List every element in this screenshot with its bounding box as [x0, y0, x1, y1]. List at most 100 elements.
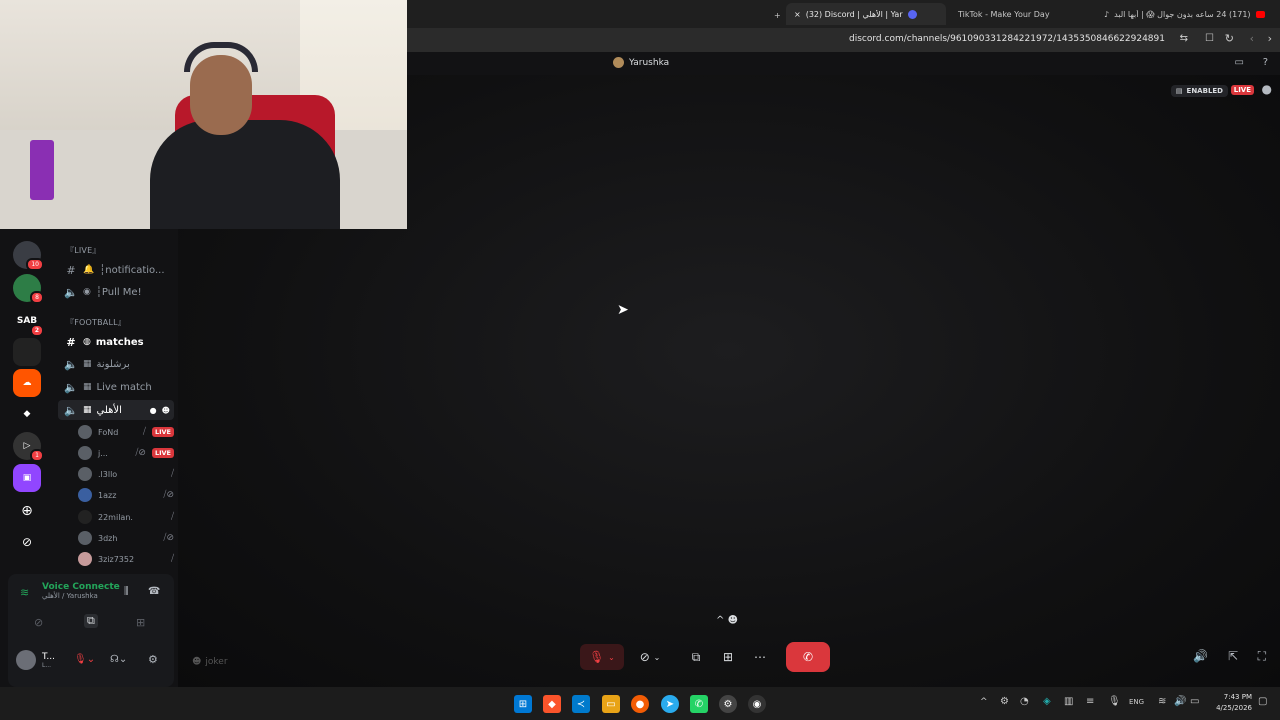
voice-status[interactable]: Voice Connecte الأهلي / Yarushka — [42, 582, 120, 600]
voice-member[interactable]: .l3llo ⧸ — [78, 465, 174, 483]
tray-icon[interactable]: ⚙ — [1000, 696, 1009, 707]
tab-discord[interactable]: × (32) Discord | ⁨الأهلي⁩ | Yar — [786, 3, 946, 25]
disconnect-icon[interactable]: ☎ — [148, 586, 160, 597]
streamer-name: joker — [205, 657, 228, 667]
close-tab-icon[interactable]: × — [794, 10, 801, 19]
clock[interactable]: 7:43 PM 4/25/2026 — [1210, 692, 1252, 714]
microphone-icon[interactable]: 🎙 — [1108, 696, 1121, 707]
back-icon[interactable]: ‹ — [1250, 32, 1254, 45]
enabled-badge[interactable]: ▤ ENABLED — [1170, 85, 1228, 97]
live-badge: LIVE — [151, 448, 174, 458]
tray-icon[interactable]: ◈ — [1043, 696, 1051, 707]
discover-icon[interactable]: ⊘ — [13, 528, 41, 556]
tiktok-icon: ♪ — [1104, 9, 1110, 19]
tab-tiktok[interactable]: TikTok - Make Your Day — [950, 3, 1090, 25]
windows-start-icon[interactable]: ⊞ — [514, 695, 532, 713]
screen-share-icon[interactable]: ⧉ — [84, 614, 98, 628]
inbox-icon[interactable]: ▭ — [1235, 57, 1244, 68]
voice-member[interactable]: FoNd ⧸ LIVE — [78, 423, 174, 441]
noise-suppression-icon[interactable]: ⫼ — [124, 586, 129, 597]
hash-icon: # — [66, 263, 76, 277]
forward-icon[interactable]: › — [1268, 32, 1272, 45]
add-member-icon[interactable]: ☻ — [162, 406, 174, 415]
chevron-up-icon[interactable]: ^ — [980, 697, 988, 707]
avatar — [78, 425, 92, 439]
server-sab[interactable]: SAB 2 — [13, 307, 44, 337]
headphones-icon[interactable]: ☊⌄ — [110, 654, 127, 665]
add-server-icon[interactable]: ⊕ — [13, 497, 41, 525]
chat-icon[interactable]: ● — [150, 406, 157, 415]
headphones — [184, 42, 258, 72]
volume-icon[interactable]: 🔊 — [1193, 649, 1208, 663]
channel-matches[interactable]: # ◍ matches — [58, 332, 174, 352]
wifi-icon[interactable]: ≋ — [1158, 696, 1166, 707]
bell-icon: 🔔 — [83, 265, 95, 275]
channel-pull-me[interactable]: 🔈 ◉ ┆Pull Me! — [58, 282, 174, 302]
mic-muted-icon: ⧸⊘ — [135, 448, 146, 458]
channel-alahly[interactable]: 🔈 ▦ الأهلي ● ☻ — [58, 400, 174, 420]
hang-up-icon: ✆ — [802, 650, 814, 664]
voice-status-label: Voice Connecte — [42, 582, 120, 592]
fullscreen-icon[interactable]: ⛶ — [1258, 649, 1266, 664]
mic-muted-icon: ⧸ — [170, 512, 174, 522]
voice-member[interactable]: j... ⧸⊘ LIVE — [78, 444, 174, 462]
tab-youtube[interactable]: ♪ (171) 24 ساعه بدون جوال 😱 | أبها البد — [1096, 3, 1280, 25]
activities-button[interactable]: ⊞ — [716, 644, 740, 670]
chat-bubble-icon[interactable]: ● — [1262, 82, 1272, 96]
voice-member[interactable]: 3ziz7352 ⧸ — [78, 550, 174, 568]
server-icon[interactable]: ▷ 1 — [13, 432, 44, 462]
brave-browser-icon[interactable]: ◆ — [543, 695, 561, 713]
popout-icon[interactable]: ⇱ — [1228, 649, 1238, 663]
app-icon[interactable]: ⚙ — [719, 695, 737, 713]
category-live[interactable]: 『LIVE』 — [66, 245, 101, 256]
voice-member[interactable]: 22milan. ⧸ — [78, 508, 174, 526]
obs-icon[interactable]: ◉ — [748, 695, 766, 713]
tray-icon[interactable]: ≡ — [1086, 696, 1094, 707]
unread-badge: 1 — [30, 449, 44, 462]
channel-barcelona[interactable]: 🔈 ▦ برشلونة — [58, 354, 174, 374]
server-icon[interactable]: 8 — [13, 274, 44, 304]
show-participants-button[interactable]: ^ ☻ — [708, 609, 746, 631]
tray-icon[interactable]: ▥ — [1064, 696, 1073, 707]
member-name: .l3llo — [98, 469, 118, 479]
channel-live-match[interactable]: 🔈 ▦ Live match — [58, 377, 174, 397]
help-icon[interactable]: ? — [1263, 57, 1268, 68]
telegram-icon[interactable]: ➤ — [661, 695, 679, 713]
camera-button[interactable]: ⊘ ⌄ — [630, 644, 670, 670]
vscode-icon[interactable]: ≺ — [572, 695, 590, 713]
disconnect-button[interactable]: ✆ — [786, 642, 830, 672]
server-icon[interactable]: 10 — [13, 241, 44, 271]
url-field[interactable]: discord.com/channels/961090331284221972/… — [849, 34, 1165, 44]
settings-gear-icon[interactable]: ⚙ — [148, 653, 158, 666]
server-icon[interactable]: ◆ — [13, 400, 41, 428]
server-icon[interactable] — [13, 338, 41, 366]
reload-icon[interactable]: ↻ — [1225, 32, 1234, 45]
language-indicator[interactable]: ENG — [1129, 698, 1144, 706]
battery-icon[interactable]: ▭ — [1190, 696, 1199, 707]
translate-icon[interactable]: ⇆ — [1180, 33, 1188, 44]
soundcloud-server-icon[interactable]: ☁ — [13, 369, 41, 397]
more-options-button[interactable]: ⋯ — [748, 644, 772, 670]
bookmark-icon[interactable]: ☐ — [1205, 33, 1214, 44]
volume-icon[interactable]: 🔊 — [1174, 696, 1186, 707]
user-info[interactable]: T... L... — [16, 650, 55, 670]
mute-mic-button[interactable]: 🎙 ⌄ — [580, 644, 624, 670]
voice-member[interactable]: 3dzh ⧸⊘ — [78, 529, 174, 547]
activities-icon[interactable]: ⊞ — [136, 616, 145, 629]
tray-icon[interactable]: ◔ — [1020, 696, 1029, 707]
tab-label: (171) 24 ساعه بدون جوال 😱 | أبها البد — [1114, 9, 1251, 19]
whatsapp-icon[interactable]: ✆ — [690, 695, 708, 713]
channel-notifications[interactable]: # 🔔 ┆notificatio... — [58, 260, 174, 280]
twitch-server-icon[interactable]: ▣ — [13, 464, 41, 492]
file-explorer-icon[interactable]: ▭ — [602, 695, 620, 713]
mic-muted-icon[interactable]: 🎙⌄ — [74, 654, 95, 665]
share-screen-button[interactable]: ⧉ — [684, 644, 708, 670]
tv-icon: ▦ — [83, 382, 92, 392]
category-football[interactable]: 『FOOTBALL』 — [66, 317, 126, 328]
voice-member[interactable]: 1azz ⧸⊘ — [78, 486, 174, 504]
video-icon[interactable]: ⊘ — [34, 616, 43, 629]
avatar — [78, 488, 92, 502]
people-icon: ☻ — [192, 657, 202, 667]
app-icon[interactable]: ● — [631, 695, 649, 713]
notification-icon[interactable]: ▢ — [1258, 696, 1267, 707]
